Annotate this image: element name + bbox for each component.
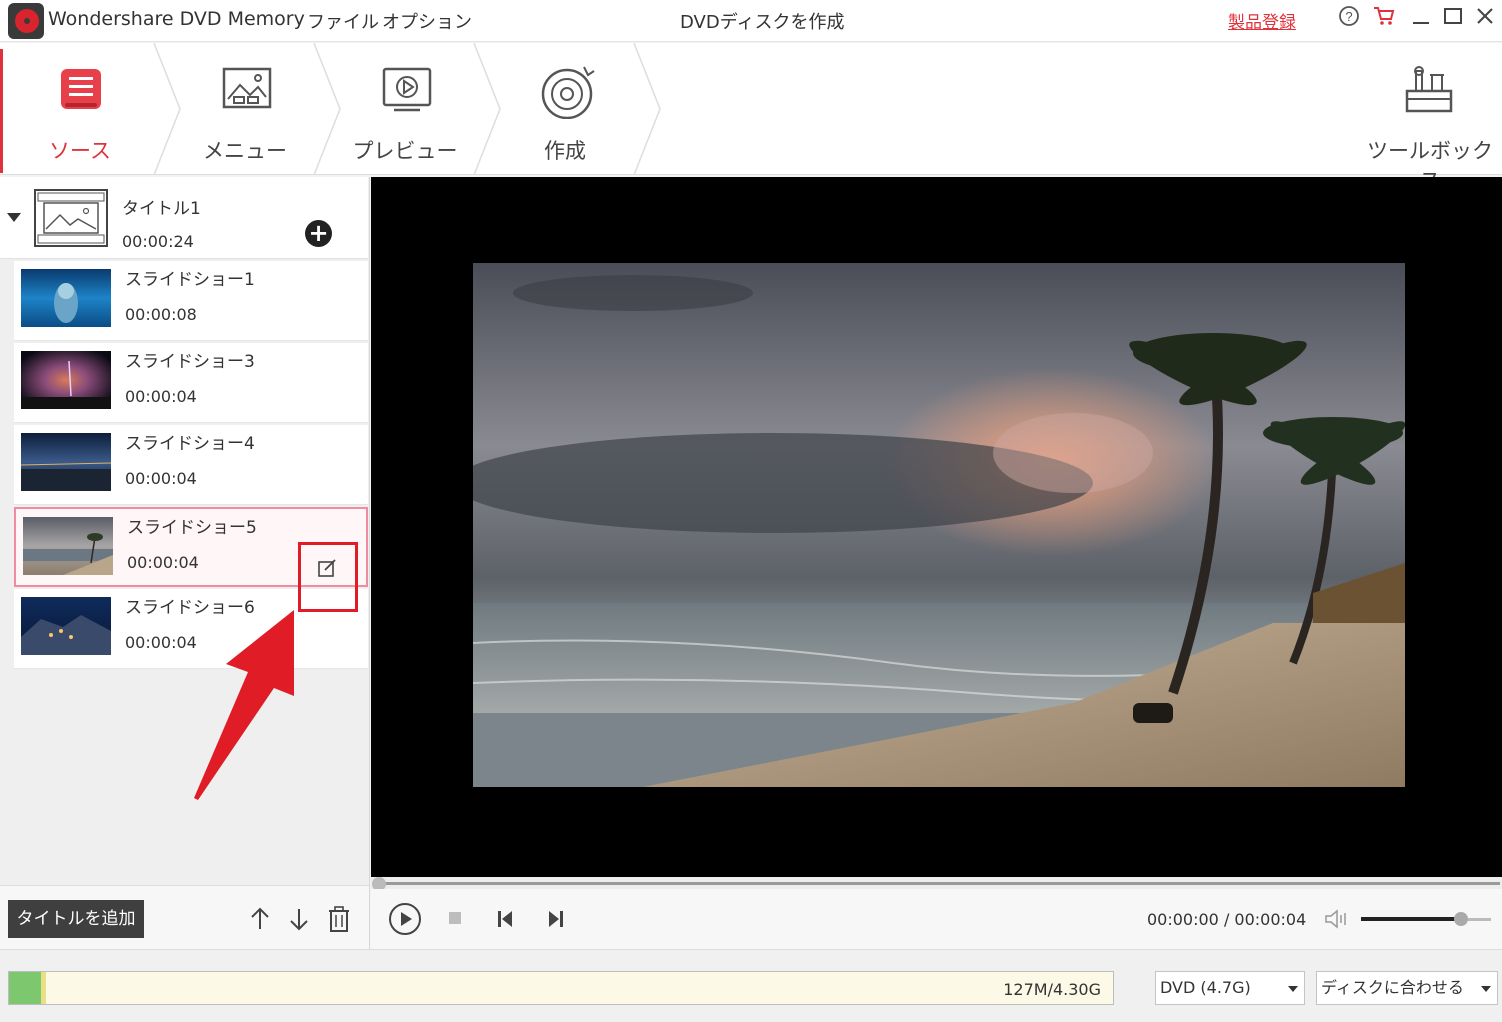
source-list-panel: タイトル1 00:00:24 + スライドショー1 00:00:08 スライドシ… [0,177,370,885]
slide-thumbnail [21,433,111,491]
toolbox-icon [1405,66,1453,113]
disc-type-value: DVD (4.7G) [1160,978,1251,997]
app-name: Wondershare DVD Memory [48,8,305,30]
slide-name: スライドショー1 [125,270,255,290]
slide-thumbnail [21,597,111,655]
toolbox-button[interactable]: ツールボックス [1360,43,1500,193]
next-icon[interactable] [548,910,564,928]
slide-duration: 00:00:04 [125,469,197,488]
list-item[interactable]: スライドショー4 00:00:04 [14,425,368,505]
list-item[interactable]: スライドショー3 00:00:04 [14,343,368,423]
minimize-icon[interactable] [1408,5,1434,33]
tab-burn-label: 作成 [544,139,586,163]
window-title: DVDディスクを作成 [680,12,845,33]
slide-duration: 00:00:04 [125,633,197,652]
capacity-used [9,972,41,1004]
seek-bar[interactable] [371,877,1502,889]
svg-text:?: ? [1345,9,1352,24]
chevron-down-icon [1481,986,1491,992]
close-icon[interactable] [1472,5,1498,33]
status-bar: 127M/4.30G DVD (4.7G) ディスクに合わせる [0,949,1502,1022]
title-row[interactable]: タイトル1 00:00:24 + [0,177,368,259]
volume-icon[interactable] [1324,908,1350,930]
edit-icon[interactable] [316,557,338,579]
tab-menu[interactable]: メニュー [165,43,325,175]
disc-type-select[interactable]: DVD (4.7G) [1155,971,1305,1005]
slide-name: スライドショー3 [125,352,255,372]
tab-preview-label: プレビュー [352,139,458,163]
tab-menu-label: メニュー [203,139,287,163]
title-thumbnail [34,189,108,247]
add-slideshow-button[interactable]: + [305,220,332,247]
fit-mode-select[interactable]: ディスクに合わせる [1316,971,1498,1005]
menu-file[interactable]: ファイル [307,8,379,34]
capacity-text: 127M/4.30G [1003,980,1101,999]
chevron-down-icon [1288,986,1298,992]
menu-template-icon [222,67,272,109]
burn-disc-icon [541,66,595,119]
tab-preview[interactable]: プレビュー [325,43,485,175]
preview-icon [382,67,432,112]
title-bar: Wondershare DVD Memory ファイル オプション DVDディス… [0,0,1502,42]
slide-thumbnail [21,269,111,327]
volume-level [1361,917,1461,921]
fit-mode-value: ディスクに合わせる [1321,978,1464,997]
help-icon[interactable]: ? [1336,5,1362,33]
app-logo [8,3,44,39]
time-display: 00:00:00 / 00:00:04 [1147,910,1307,929]
previous-icon[interactable] [497,910,513,928]
collapse-arrow-icon[interactable] [7,213,21,222]
register-link[interactable]: 製品登録 [1228,8,1296,33]
list-actions-bar: タイトルを追加 [0,885,370,949]
slide-duration: 00:00:08 [125,305,197,324]
step-toolbar: ソース メニュー プレビュー 作成 ツールボック [0,43,1502,193]
cart-icon[interactable] [1371,5,1397,33]
player-controls: 00:00:00 / 00:00:04 [371,889,1502,949]
title-duration: 00:00:24 [122,232,194,251]
add-title-button[interactable]: タイトルを追加 [8,900,144,938]
move-down-icon[interactable] [286,905,312,933]
maximize-icon[interactable] [1440,5,1466,33]
red-arrow-icon [194,610,294,800]
video-preview [371,177,1502,877]
tab-burn[interactable]: 作成 [485,43,645,175]
slide-thumbnail [21,351,111,409]
slide-duration: 00:00:04 [125,387,197,406]
disc-capacity-bar: 127M/4.30G [8,971,1114,1005]
tab-source-label: ソース [49,139,111,163]
slide-name: スライドショー4 [125,434,255,454]
delete-icon[interactable] [326,905,352,933]
play-icon[interactable] [388,902,422,936]
capacity-marker [41,972,46,1004]
move-up-icon[interactable] [247,905,273,933]
menu-options[interactable]: オプション [382,8,472,34]
source-icon [61,69,101,109]
preview-image [473,263,1405,787]
tab-source[interactable]: ソース [0,43,160,175]
list-item[interactable]: スライドショー1 00:00:08 [14,261,368,341]
title-name: タイトル1 [122,199,201,219]
volume-handle[interactable] [1454,912,1468,926]
slide-name: スライドショー5 [127,518,257,538]
slide-duration: 00:00:04 [127,553,199,572]
stop-icon[interactable] [448,911,462,925]
slide-thumbnail [23,517,113,575]
